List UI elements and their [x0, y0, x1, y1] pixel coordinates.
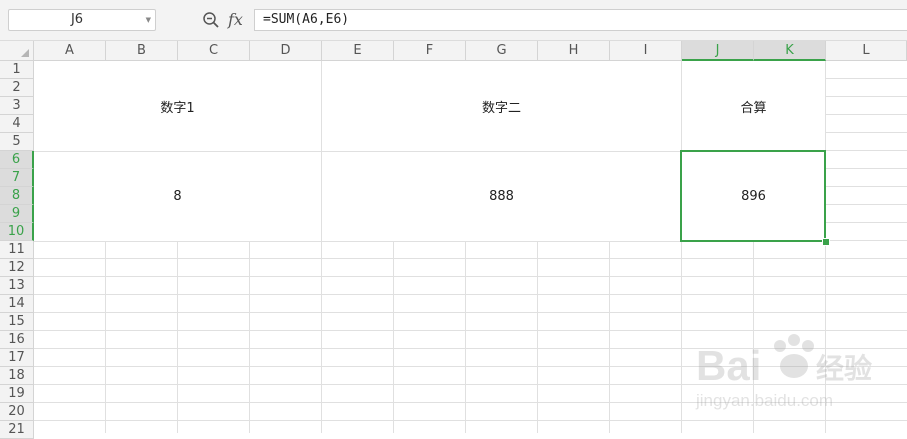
cell-header-num2-text: 数字二: [481, 100, 521, 116]
row-header-7[interactable]: 7: [0, 169, 34, 187]
column-headers: ABCDEFGHIJKL: [34, 41, 907, 61]
column-header-a[interactable]: A: [34, 41, 106, 61]
column-header-j[interactable]: J: [682, 41, 754, 61]
column-header-l[interactable]: L: [826, 41, 907, 61]
cell-header-total[interactable]: 合算: [682, 61, 826, 152]
name-box-value: J6: [70, 12, 84, 27]
cell-value-num2-text: 888: [489, 189, 514, 204]
gridline-horizontal: [34, 348, 907, 349]
select-all-corner[interactable]: [0, 41, 34, 61]
row-header-4[interactable]: 4: [0, 115, 34, 133]
cell-value-total-text: 896: [741, 189, 766, 204]
row-header-3[interactable]: 3: [0, 97, 34, 115]
formula-bar: J6 ▼ fx =SUM(A6,E6): [0, 0, 907, 41]
gridline-horizontal: [34, 420, 907, 421]
formula-input[interactable]: =SUM(A6,E6): [254, 9, 907, 31]
column-header-h[interactable]: H: [538, 41, 610, 61]
cell-header-num1[interactable]: 数字1: [34, 61, 322, 152]
gridline-horizontal: [34, 402, 907, 403]
name-box[interactable]: J6 ▼: [8, 9, 156, 31]
cell-value-num1[interactable]: 8: [34, 152, 322, 242]
fx-icon[interactable]: fx: [228, 9, 243, 31]
column-header-e[interactable]: E: [322, 41, 394, 61]
row-header-2[interactable]: 2: [0, 79, 34, 97]
column-header-d[interactable]: D: [250, 41, 322, 61]
gridline-horizontal: [34, 384, 907, 385]
row-header-18[interactable]: 18: [0, 367, 34, 385]
row-header-17[interactable]: 17: [0, 349, 34, 367]
row-header-6[interactable]: 6: [0, 151, 34, 169]
cell-grid[interactable]: 数字1 数字二 合算 8 888 896: [34, 61, 907, 433]
gridline-horizontal: [34, 294, 907, 295]
zoom-icon[interactable]: [202, 11, 220, 29]
gridline-horizontal: [34, 312, 907, 313]
row-header-12[interactable]: 12: [0, 259, 34, 277]
cell-header-total-text: 合算: [740, 100, 767, 116]
row-header-1[interactable]: 1: [0, 61, 34, 79]
row-header-15[interactable]: 15: [0, 313, 34, 331]
select-all-triangle-icon: [21, 49, 29, 57]
cell-header-num1-text: 数字1: [160, 100, 195, 116]
column-header-f[interactable]: F: [394, 41, 466, 61]
row-headers: 1 2 3 4 5 6 7 8 9 10 11 12 13 14 15 16 17 18 19 20 21: [0, 61, 34, 439]
chevron-down-icon[interactable]: ▼: [146, 10, 151, 30]
column-header-b[interactable]: B: [106, 41, 178, 61]
row-header-5[interactable]: 5: [0, 133, 34, 151]
column-header-i[interactable]: I: [610, 41, 682, 61]
row-header-9[interactable]: 9: [0, 205, 34, 223]
gridline-horizontal: [34, 276, 907, 277]
gridline-horizontal: [34, 330, 907, 331]
gridline-horizontal: [34, 258, 907, 259]
column-header-k[interactable]: K: [754, 41, 826, 61]
row-header-13[interactable]: 13: [0, 277, 34, 295]
row-header-14[interactable]: 14: [0, 295, 34, 313]
row-header-21[interactable]: 21: [0, 421, 34, 439]
column-header-g[interactable]: G: [466, 41, 538, 61]
cell-value-total[interactable]: 896: [682, 152, 826, 242]
fill-handle[interactable]: [822, 238, 830, 246]
row-header-8[interactable]: 8: [0, 187, 34, 205]
row-header-16[interactable]: 16: [0, 331, 34, 349]
column-header-c[interactable]: C: [178, 41, 250, 61]
row-header-11[interactable]: 11: [0, 241, 34, 259]
cell-value-num1-text: 8: [173, 189, 182, 204]
gridline-horizontal: [34, 366, 907, 367]
row-header-19[interactable]: 19: [0, 385, 34, 403]
row-header-10[interactable]: 10: [0, 223, 34, 241]
row-header-20[interactable]: 20: [0, 403, 34, 421]
cell-header-num2[interactable]: 数字二: [322, 61, 682, 152]
cell-value-num2[interactable]: 888: [322, 152, 682, 242]
